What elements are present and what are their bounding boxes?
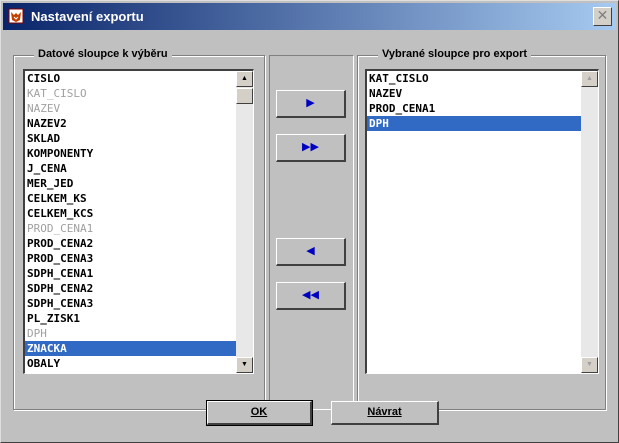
scroll-down-button[interactable]: ▼ [236, 357, 253, 373]
selected-columns-group: Vybrané sloupce pro export KAT_CISLO NAZE… [357, 48, 606, 410]
available-columns-title: Datové sloupce k výběru [34, 48, 172, 60]
double-arrow-left-icon: ◀◀ [302, 289, 319, 301]
back-button-label: Návrat [367, 406, 402, 418]
scroll-up-button[interactable]: ▲ [236, 71, 253, 87]
list-item[interactable]: SKLAD [25, 131, 236, 146]
move-buttons-panel: ▶ ▶▶ ◀ ◀◀ [269, 55, 354, 410]
ok-button-label: OK [250, 406, 268, 418]
title-bar[interactable]: Nastavení exportu ✕ [3, 3, 616, 30]
available-columns-scrollbar[interactable]: ▲ ▼ [236, 71, 253, 373]
selected-columns-items: KAT_CISLO NAZEV PROD_CENA1 DPH [367, 71, 581, 373]
list-item[interactable]: NAZEV [367, 86, 581, 101]
export-settings-dialog: Nastavení exportu ✕ Datové sloupce k výb… [0, 0, 619, 443]
list-item[interactable]: DPH [367, 116, 581, 131]
list-item[interactable]: MER_JED [25, 176, 236, 191]
arrow-right-icon: ▶ [306, 97, 315, 109]
add-all-button[interactable]: ▶▶ [276, 134, 346, 162]
list-item[interactable]: PROD_CENA1 [25, 221, 236, 236]
arrow-left-icon: ◀ [306, 245, 315, 257]
ok-button[interactable]: OK [206, 400, 313, 426]
list-item[interactable]: SDPH_CENA3 [25, 296, 236, 311]
close-icon: ✕ [596, 7, 609, 23]
scroll-up-icon: ▲ [586, 75, 593, 82]
scroll-up-button[interactable]: ▲ [581, 71, 598, 87]
list-item[interactable]: ZNACKA [25, 341, 236, 356]
list-item[interactable]: DPH [25, 326, 236, 341]
double-arrow-right-icon: ▶▶ [302, 141, 319, 153]
list-item[interactable]: PROD_CENA3 [25, 251, 236, 266]
remove-all-button[interactable]: ◀◀ [276, 282, 346, 310]
list-item[interactable]: CELKEM_KCS [25, 206, 236, 221]
list-item[interactable]: NAZEV [25, 101, 236, 116]
available-columns-items: CISLO KAT_CISLO NAZEV NAZEV2 SKLAD KOMPONENTY… [25, 71, 236, 373]
list-item[interactable]: SDPH_CENA2 [25, 281, 236, 296]
dialog-body: Datové sloupce k výběru CISLO KAT_CISLO NA… [3, 31, 616, 440]
scroll-thumb[interactable] [236, 88, 253, 104]
add-selected-button[interactable]: ▶ [276, 90, 346, 118]
scroll-down-icon: ▼ [586, 361, 593, 368]
list-item[interactable]: KAT_CISLO [367, 71, 581, 86]
selected-columns-title: Vybrané sloupce pro export [378, 48, 532, 60]
list-item[interactable]: PROD_CENA1 [367, 101, 581, 116]
scroll-down-button[interactable]: ▼ [581, 357, 598, 373]
list-item[interactable]: CELKEM_KS [25, 191, 236, 206]
list-item[interactable]: J_CENA [25, 161, 236, 176]
list-item[interactable]: PROD_CENA2 [25, 236, 236, 251]
back-button[interactable]: Návrat [331, 401, 439, 425]
remove-selected-button[interactable]: ◀ [276, 238, 346, 266]
app-fox-icon [8, 8, 24, 24]
available-columns-list[interactable]: CISLO KAT_CISLO NAZEV NAZEV2 SKLAD KOMPONENTY… [23, 69, 254, 374]
dialog-title: Nastavení exportu [31, 9, 144, 24]
list-item[interactable]: CISLO [25, 71, 236, 86]
close-button[interactable]: ✕ [593, 7, 612, 26]
list-item[interactable]: NAZEV2 [25, 116, 236, 131]
selected-columns-list[interactable]: KAT_CISLO NAZEV PROD_CENA1 DPH ▲ ▼ [365, 69, 599, 374]
list-item[interactable]: OBALY [25, 356, 236, 371]
selected-columns-scrollbar[interactable]: ▲ ▼ [581, 71, 598, 373]
scroll-down-icon: ▼ [241, 361, 248, 368]
available-columns-group: Datové sloupce k výběru CISLO KAT_CISLO NA… [13, 48, 265, 410]
list-item[interactable]: PL_ZISK1 [25, 311, 236, 326]
list-item[interactable]: SDPH_CENA1 [25, 266, 236, 281]
list-item[interactable]: KOMPONENTY [25, 146, 236, 161]
scroll-up-icon: ▲ [241, 75, 248, 82]
list-item[interactable]: KAT_CISLO [25, 86, 236, 101]
